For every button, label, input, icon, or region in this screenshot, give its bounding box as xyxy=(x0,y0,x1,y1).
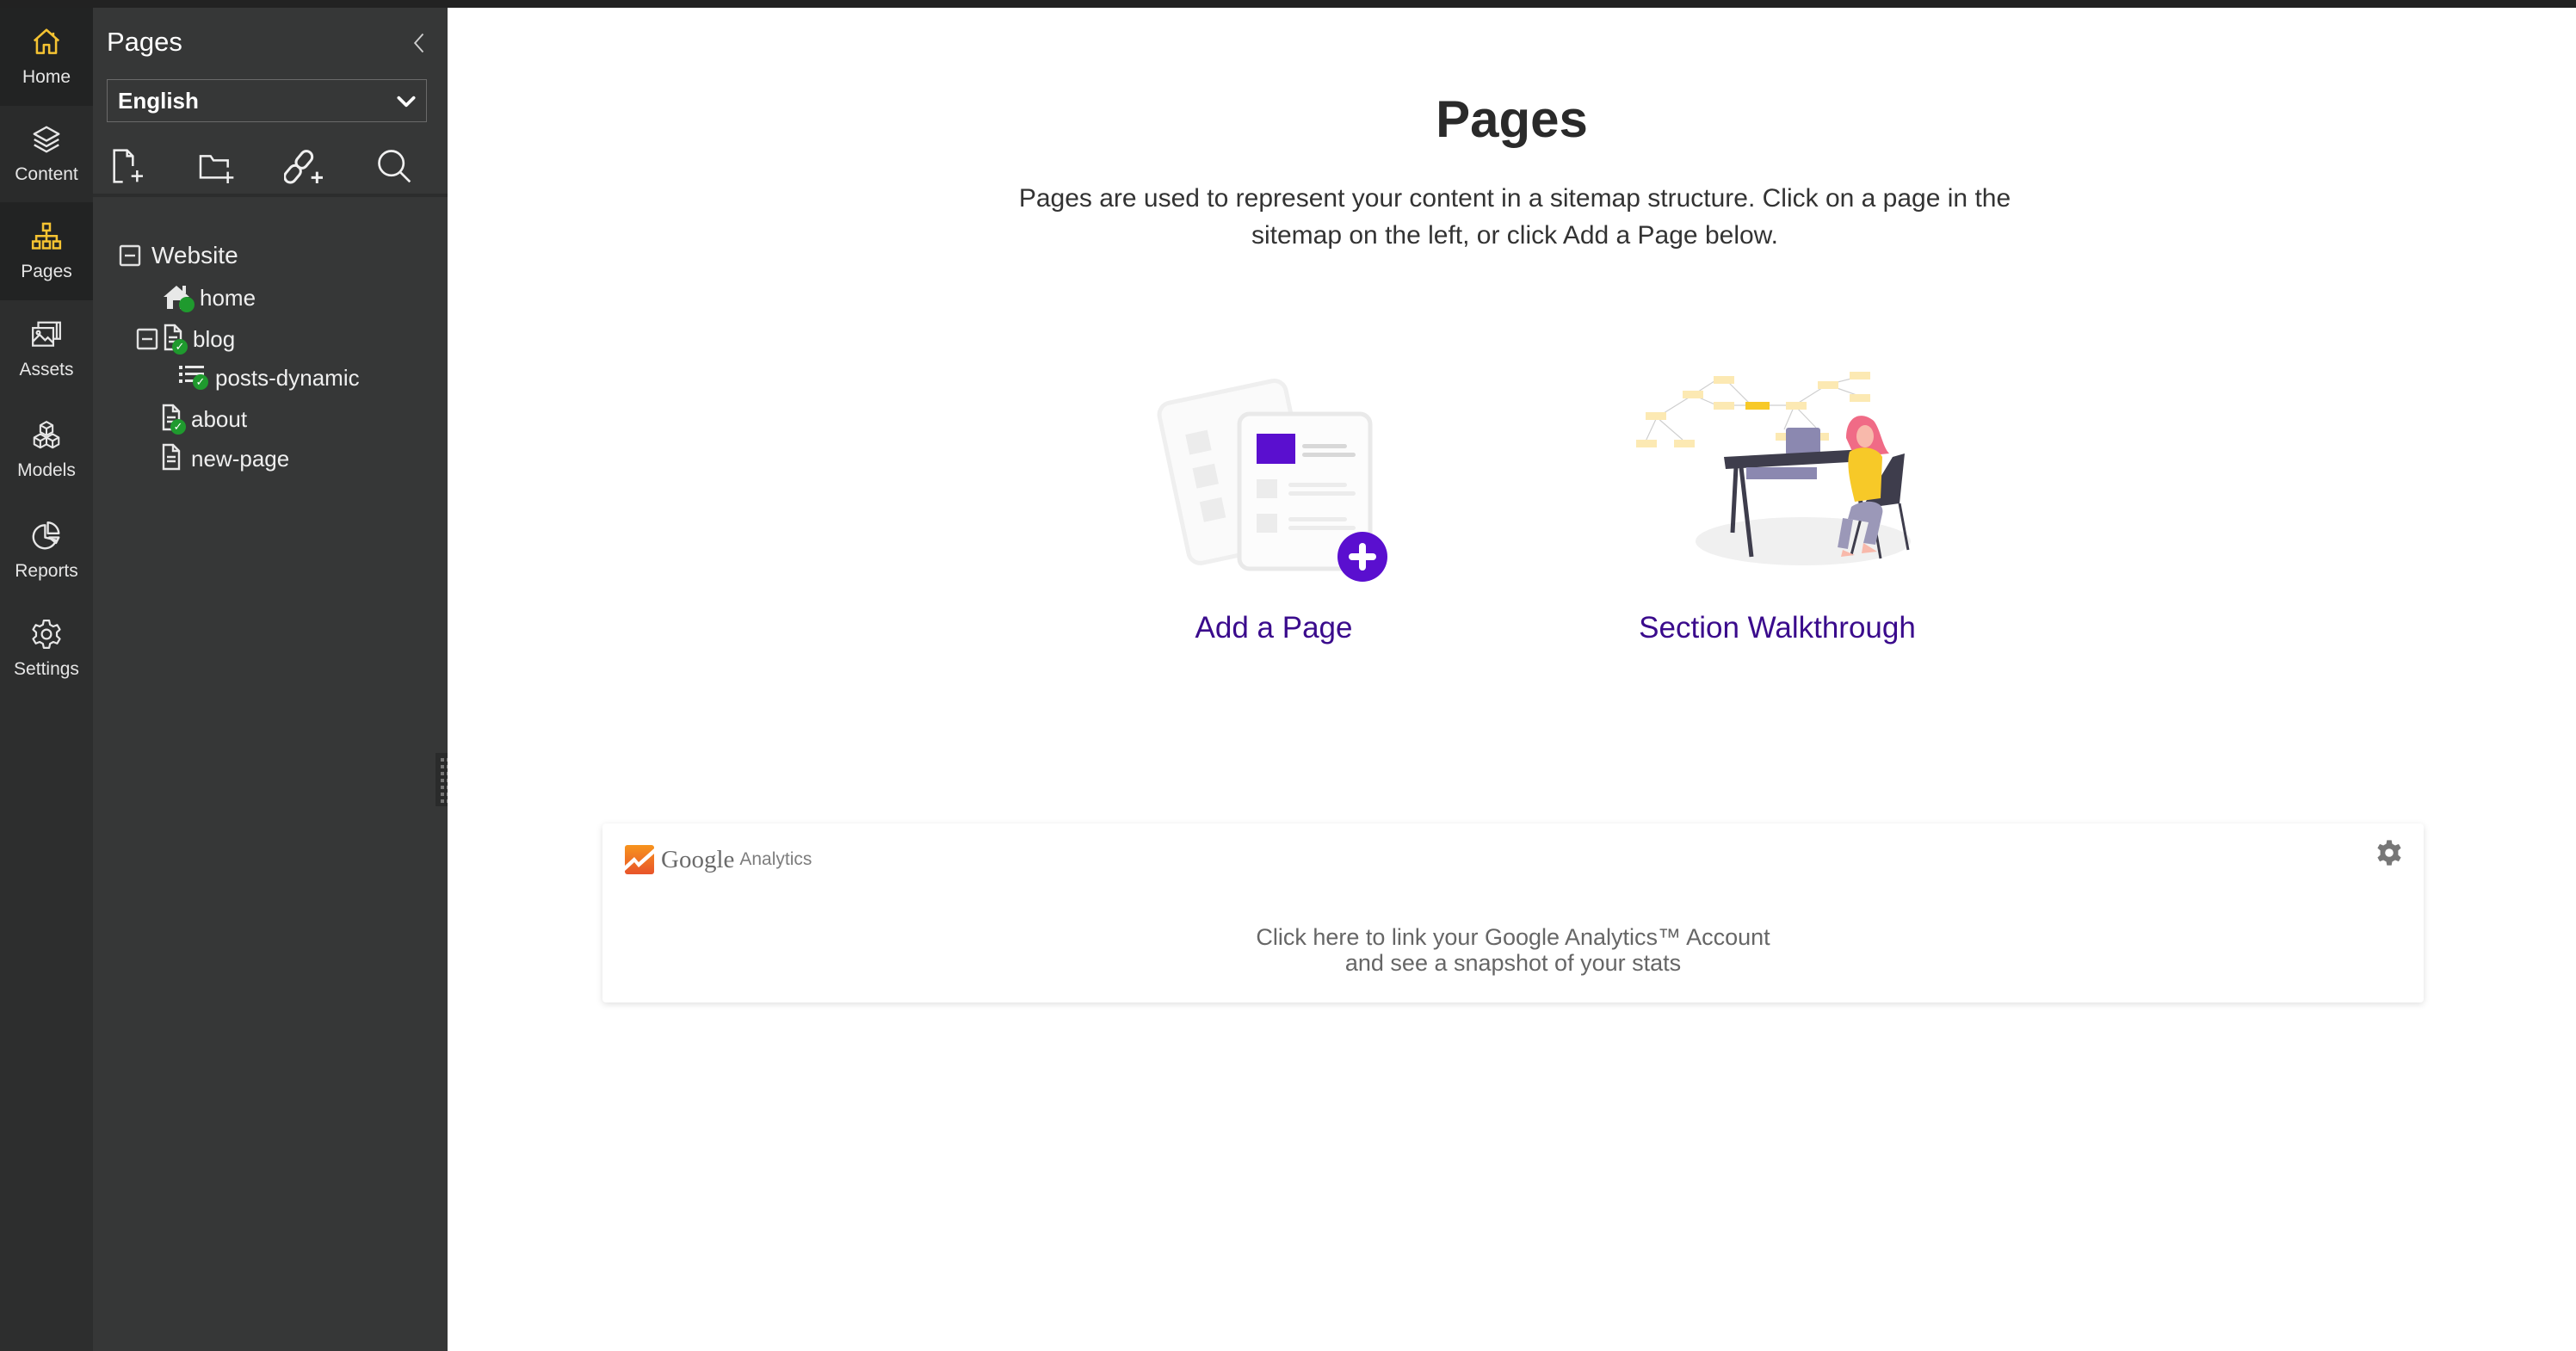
rail-label: Assets xyxy=(19,360,74,379)
published-check-icon: ✓ xyxy=(172,339,188,355)
layers-icon xyxy=(33,126,60,153)
search-icon[interactable] xyxy=(373,145,416,187)
add-page-card[interactable]: Add a Page xyxy=(1145,361,1403,645)
collapse-toggle-icon[interactable] xyxy=(119,244,141,267)
pie-chart-icon xyxy=(32,521,60,550)
rail-item-models[interactable]: Models xyxy=(0,398,93,502)
gear-icon xyxy=(32,620,61,649)
tree-node-about[interactable]: ✓ about xyxy=(162,404,247,435)
published-check-icon: ✓ xyxy=(170,419,186,435)
rail-label: Home xyxy=(22,67,71,87)
page-description: Pages are used to represent your content… xyxy=(1018,184,2011,250)
pages-panel: Pages English Website home ✓ blog ✓ post… xyxy=(93,8,448,1351)
collapse-panel-icon[interactable] xyxy=(408,30,432,56)
tree-node-new-page[interactable]: new-page xyxy=(162,443,289,474)
ga-brand-analytics: Analytics xyxy=(739,849,812,869)
tree-node-blog[interactable]: ✓ blog xyxy=(136,324,235,355)
page-icon: ✓ xyxy=(162,404,188,435)
rail-item-settings[interactable]: Settings xyxy=(0,600,93,698)
images-icon xyxy=(32,321,61,347)
add-page-link[interactable]: Add a Page xyxy=(1145,611,1403,645)
walkthrough-illustration-icon xyxy=(1636,372,1911,565)
sitemap-icon xyxy=(31,222,62,250)
section-walkthrough-card[interactable]: Section Walkthrough xyxy=(1605,361,1949,645)
page-icon: ✓ xyxy=(164,324,189,355)
rail-label: Models xyxy=(17,460,76,480)
rail-label: Settings xyxy=(14,659,79,679)
rail-label: Reports xyxy=(15,561,78,581)
language-select[interactable]: English xyxy=(107,79,427,122)
tree-node-label: about xyxy=(191,405,248,432)
ga-brand-google: Google xyxy=(661,845,735,873)
page-title: Pages xyxy=(1436,90,1588,148)
published-check-icon: ✓ xyxy=(193,374,208,390)
gear-icon[interactable] xyxy=(2375,839,2403,867)
rail-item-assets[interactable]: Assets xyxy=(0,300,93,398)
main-content: Pages Pages are used to represent your c… xyxy=(448,8,2576,1351)
rail-item-home[interactable]: Home xyxy=(0,8,93,106)
analytics-chart-icon xyxy=(625,845,654,874)
rail-item-reports[interactable]: Reports xyxy=(0,502,93,600)
add-page-icon[interactable] xyxy=(108,145,151,187)
panel-toolbar xyxy=(93,137,448,197)
tree-node-label: home xyxy=(200,284,256,311)
rail-item-content[interactable]: Content xyxy=(0,106,93,202)
tree-node-label: Website xyxy=(151,242,238,268)
homepage-icon xyxy=(162,283,195,312)
rail-label: Content xyxy=(15,164,78,184)
language-select-value: English xyxy=(118,87,199,114)
add-link-icon[interactable] xyxy=(284,145,327,187)
link-analytics-line1: Click here to link your Google Analytics… xyxy=(1256,924,1770,950)
link-analytics-message[interactable]: Click here to link your Google Analytics… xyxy=(602,924,2424,976)
published-status-dot xyxy=(179,297,195,312)
page-icon xyxy=(162,443,188,474)
tree-node-label: new-page xyxy=(191,445,290,472)
section-walkthrough-link[interactable]: Section Walkthrough xyxy=(1605,611,1949,645)
top-bar xyxy=(0,0,2576,8)
cubes-icon xyxy=(33,421,60,449)
tree-node-home[interactable]: home xyxy=(162,283,256,312)
google-analytics-widget: Google Analytics Click here to link your… xyxy=(602,824,2424,1002)
chevron-down-icon xyxy=(397,96,416,108)
rail-item-pages[interactable]: Pages xyxy=(0,202,93,300)
tree-node-posts-dynamic[interactable]: ✓ posts-dynamic xyxy=(179,364,360,392)
link-analytics-line2: and see a snapshot of your stats xyxy=(1344,950,1682,976)
add-page-illustration-icon xyxy=(1157,379,1387,582)
tree-node-website[interactable]: Website xyxy=(119,242,238,269)
panel-title: Pages xyxy=(107,27,182,57)
home-icon xyxy=(33,28,60,54)
tree-node-label: posts-dynamic xyxy=(215,364,360,391)
dynamic-list-icon: ✓ xyxy=(179,364,210,392)
tree-node-label: blog xyxy=(193,325,236,352)
add-folder-icon[interactable] xyxy=(196,145,239,187)
google-analytics-logo: Google Analytics xyxy=(625,845,812,874)
nav-rail: Home Content Pages Assets Models Reports… xyxy=(0,8,93,1351)
rail-label: Pages xyxy=(21,262,72,281)
collapse-toggle-icon[interactable] xyxy=(136,328,158,350)
